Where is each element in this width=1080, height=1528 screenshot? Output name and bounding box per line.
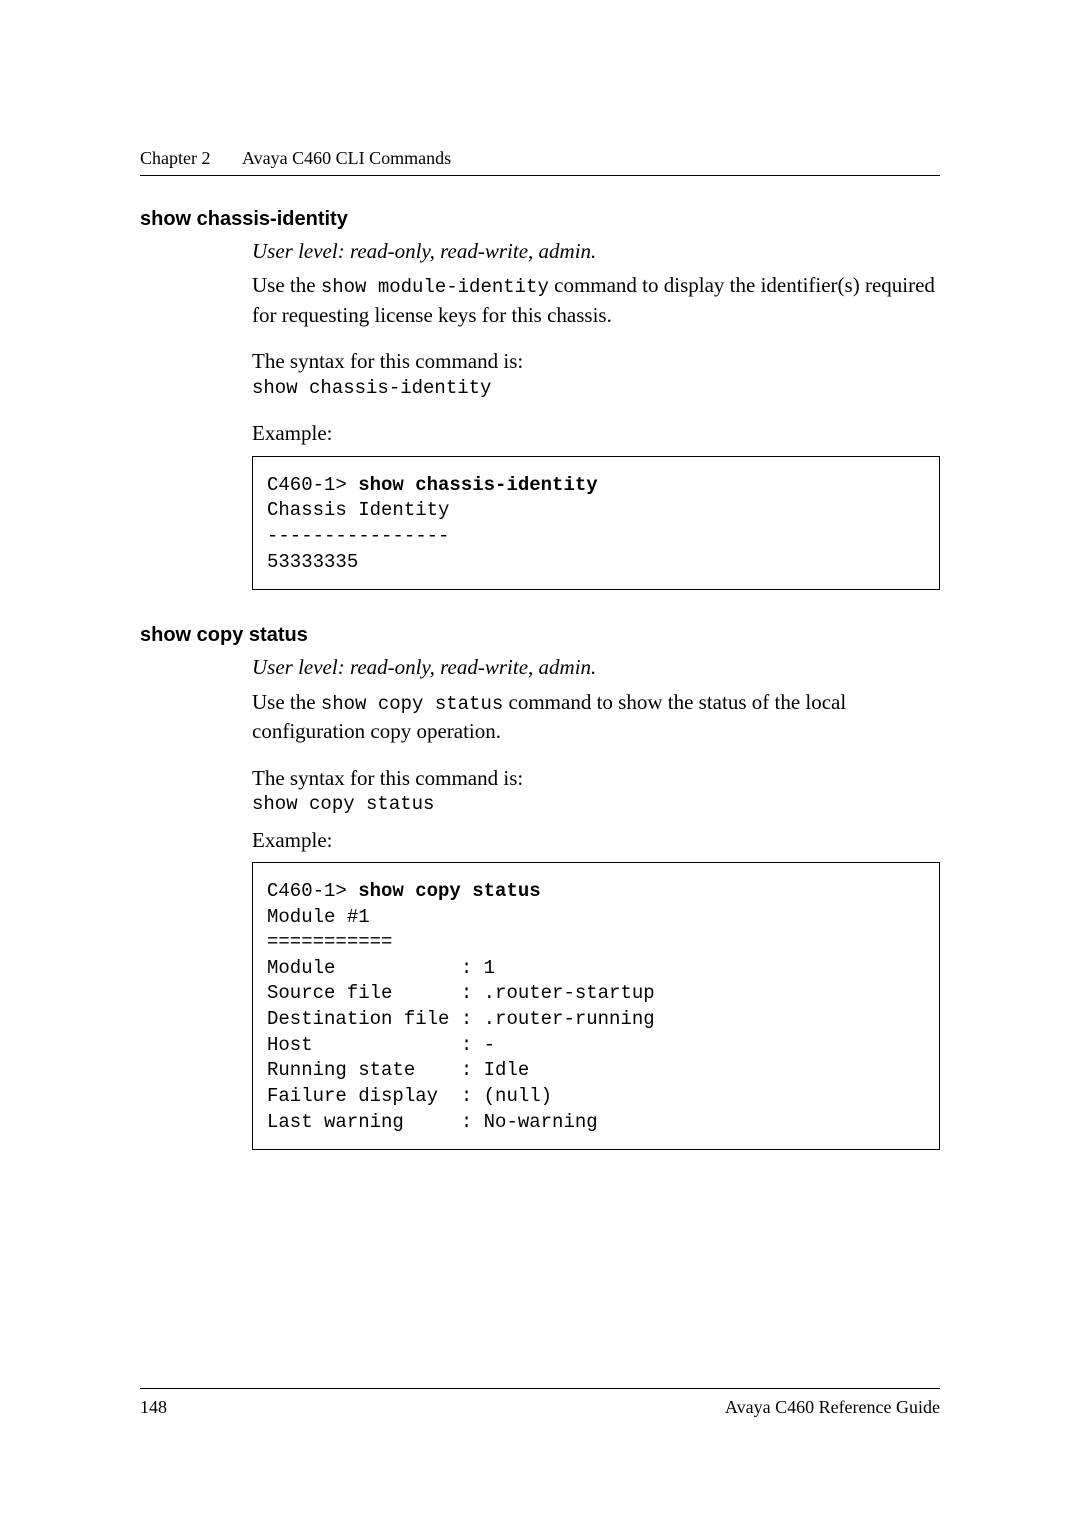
code-prompt-2: C460-1> xyxy=(267,880,358,902)
syntax-label-1: The syntax for this command is: xyxy=(252,347,940,375)
page-number: 148 xyxy=(140,1397,167,1418)
desc-pre-2: Use the xyxy=(252,690,321,714)
content-area: Chapter 2 Avaya C460 CLI Commands show c… xyxy=(140,148,940,1150)
desc-code-2: show copy status xyxy=(321,693,503,715)
syntax-label-2: The syntax for this command is: xyxy=(252,764,940,792)
user-level-1: User level: read-only, read-write, admin… xyxy=(252,237,940,265)
desc-pre-1: Use the xyxy=(252,273,321,297)
syntax-cmd-1: show chassis-identity xyxy=(252,376,940,402)
code-cmd-2: show copy status xyxy=(358,880,540,902)
desc-code-1: show module-identity xyxy=(321,276,549,298)
code-block-1: C460-1> show chassis-identity Chassis Id… xyxy=(252,456,940,591)
syntax-cmd-2: show copy status xyxy=(252,792,940,818)
description-1: Use the show module-identity command to … xyxy=(252,271,940,329)
section-body-2: User level: read-only, read-write, admin… xyxy=(252,653,940,1150)
example-label-1: Example: xyxy=(252,419,940,447)
description-2: Use the show copy status command to show… xyxy=(252,688,940,746)
user-level-2: User level: read-only, read-write, admin… xyxy=(252,653,940,681)
chapter-label: Chapter 2 xyxy=(140,148,210,169)
example-label-2: Example: xyxy=(252,826,940,854)
code-cmd-1: show chassis-identity xyxy=(358,474,597,496)
page-footer: 148 Avaya C460 Reference Guide xyxy=(140,1388,940,1418)
code-body-1: Chassis Identity ---------------- 533333… xyxy=(267,499,449,572)
book-title: Avaya C460 Reference Guide xyxy=(725,1397,940,1418)
code-body-2: Module #1 =========== Module : 1 Source … xyxy=(267,906,655,1133)
section-title-1: show chassis-identity xyxy=(140,208,940,231)
running-header: Chapter 2 Avaya C460 CLI Commands xyxy=(140,148,940,176)
section-body-1: User level: read-only, read-write, admin… xyxy=(252,237,940,590)
chapter-title: Avaya C460 CLI Commands xyxy=(242,148,451,168)
code-prompt-1: C460-1> xyxy=(267,474,358,496)
code-block-2: C460-1> show copy status Module #1 =====… xyxy=(252,862,940,1150)
section-title-2: show copy status xyxy=(140,624,940,647)
page: Chapter 2 Avaya C460 CLI Commands show c… xyxy=(0,0,1080,1528)
